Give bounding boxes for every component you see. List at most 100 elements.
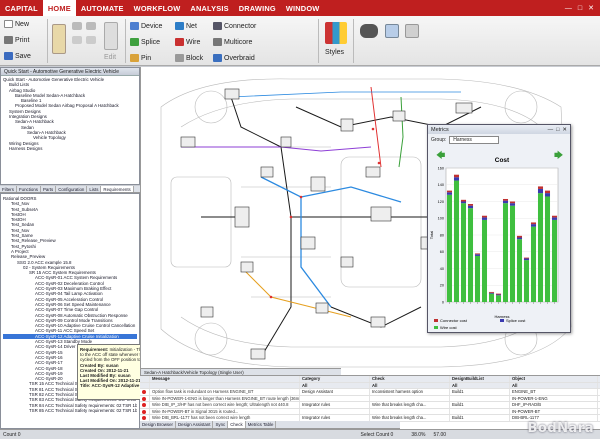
legend-swatch (434, 319, 438, 322)
table-cell: Wire that breaks length cha... (370, 415, 450, 421)
status-select-count: Select Count 0 (360, 431, 394, 438)
multicore-button[interactable]: Multicore (213, 38, 252, 46)
menu-analysis[interactable]: ANALYSIS (185, 0, 233, 16)
dialog-maximize-icon[interactable]: □ (556, 127, 559, 133)
close-icon[interactable]: ✕ (588, 4, 594, 12)
binoculars-icon[interactable] (360, 24, 378, 38)
table-cell: Wire IN-POWER-1-ENG is longer than Harne… (152, 395, 300, 401)
y-tick-label: 80 (440, 233, 444, 237)
bar-segment (551, 219, 558, 302)
device-icon (130, 22, 139, 30)
maximize-icon[interactable]: □ (578, 5, 582, 12)
tree-item[interactable]: Proposed Model Sedan Airbag Proposal A H… (3, 103, 137, 108)
wire-button[interactable]: Wire (175, 38, 200, 46)
error-icon (142, 396, 146, 401)
bar-segment (544, 193, 551, 197)
tab-item[interactable]: Check (228, 421, 246, 428)
wire-icon (175, 38, 184, 46)
column-header: Category (300, 376, 370, 382)
bar-segment (537, 186, 544, 189)
connector-icon (213, 22, 222, 30)
chart-next-icon[interactable]: 🡆 (554, 150, 563, 160)
bar-segment (453, 174, 460, 178)
legend-swatch (500, 319, 504, 322)
y-tick-label: 0 (442, 300, 444, 304)
bar-segment (544, 190, 551, 194)
bar-segment (544, 196, 551, 302)
menu-window[interactable]: WINDOW (281, 0, 325, 16)
left-panel-tabs: Filters Functions Parts Configuration Lists R… (0, 186, 140, 193)
menu-automate[interactable]: AUTOMATE (76, 0, 129, 16)
print-button[interactable]: Print (4, 36, 29, 44)
tab-item[interactable]: Lists (87, 186, 102, 192)
bar-segment (460, 201, 467, 204)
styles-button[interactable]: Styles (325, 49, 344, 56)
net-button[interactable]: Net (175, 22, 197, 30)
table-cell (300, 395, 370, 401)
group-select[interactable]: Harness (449, 136, 500, 144)
net-icon (175, 22, 184, 30)
table-cell (370, 395, 450, 401)
redo-icon[interactable] (86, 22, 96, 30)
bar-segment (481, 217, 488, 220)
cost-chart: 🡄 🡆 Cost020406080100120140160TotalHarnes… (429, 150, 563, 330)
group-label: Group: (431, 137, 447, 143)
copy-icon[interactable] (86, 36, 96, 44)
device-button[interactable]: Device (130, 22, 162, 30)
tab-item[interactable]: Filters (0, 186, 17, 192)
tab-item[interactable]: Design Assistant (176, 421, 214, 428)
pin-button[interactable]: Pin (130, 54, 151, 62)
tab-item[interactable]: Requirements (101, 186, 134, 192)
new-button[interactable]: New (4, 20, 29, 28)
tab-item[interactable]: Sync (213, 421, 229, 428)
tab-item[interactable]: Configuration (56, 186, 88, 192)
tab-item[interactable]: Metrics Table (246, 421, 277, 428)
save-icon (4, 52, 13, 60)
paste-icon[interactable] (52, 24, 66, 54)
zoom-icon[interactable] (385, 24, 399, 38)
block-button[interactable]: Block (175, 54, 203, 62)
tab-item[interactable]: Functions (17, 186, 41, 192)
canvas-document-tab[interactable]: Sedan-A Hatchback/Vehicle Topology (Sing… (141, 368, 341, 375)
styles-icon[interactable] (325, 22, 347, 44)
bar-segment (467, 205, 474, 209)
table-cell: ENGINE_BT (510, 389, 598, 395)
tab-item[interactable]: Design Browser (140, 421, 176, 428)
bar-segment (551, 217, 558, 220)
undo-icon[interactable] (72, 22, 82, 30)
tab-item[interactable]: Parts (41, 186, 57, 192)
connector-button[interactable]: Connector (213, 22, 256, 30)
status-count: Count 0 (3, 431, 21, 438)
bar-segment (467, 208, 474, 302)
tree-item[interactable]: TSR 85 ACC Technical Safety requirements… (3, 408, 137, 413)
dialog-close-icon[interactable]: ✕ (562, 127, 567, 133)
bar-segment (509, 201, 516, 204)
splice-button[interactable]: Splice (130, 38, 160, 46)
table-cell (140, 402, 150, 408)
chart-prev-icon[interactable]: 🡄 (436, 150, 445, 160)
column-header (150, 382, 300, 388)
column-header: Message (150, 376, 300, 382)
table-cell (140, 408, 150, 414)
minimize-icon[interactable]: — (565, 5, 572, 12)
bar-segment (516, 239, 523, 302)
menu-capital[interactable]: CAPITAL (0, 0, 43, 16)
overbraid-button[interactable]: Overbraid (213, 54, 255, 62)
table-cell: DHF_IP-RAD/B (510, 402, 598, 408)
status-bar: Count 0 Select Count 0 38.0% 57.00 (0, 429, 600, 439)
cut-icon[interactable] (72, 36, 82, 44)
dialog-minimize-icon[interactable]: — (548, 127, 554, 133)
menu-drawing[interactable]: DRAWING (234, 0, 281, 16)
bar-segment (530, 222, 537, 225)
menu-workflow[interactable]: WORKFLOW (129, 0, 186, 16)
new-file-icon (4, 20, 13, 28)
error-icon (142, 416, 146, 420)
bar-segment (509, 205, 516, 302)
tree-item[interactable]: Harness Designs (3, 146, 137, 151)
y-tick-label: 40 (440, 267, 444, 271)
view-icon[interactable] (405, 24, 419, 38)
menu-home[interactable]: HOME (42, 0, 76, 16)
edit-button[interactable]: Edit (104, 54, 116, 61)
edit-icon[interactable] (104, 22, 118, 50)
save-button[interactable]: Save (4, 52, 31, 60)
